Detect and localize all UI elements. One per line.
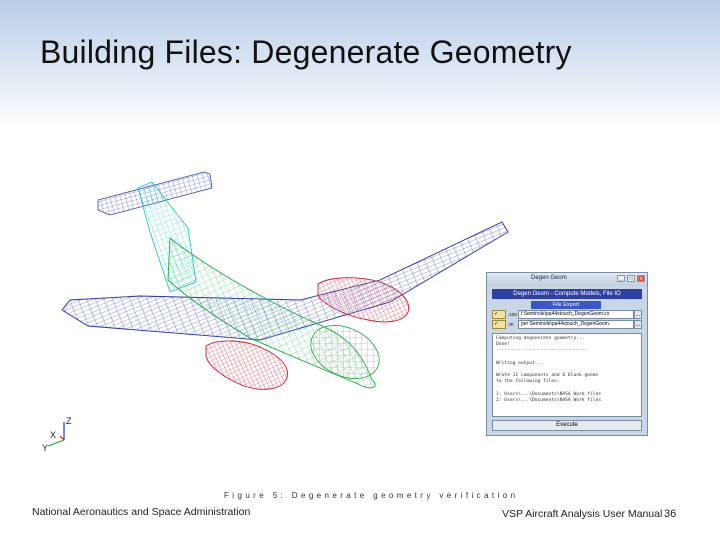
maximize-button[interactable]: □	[627, 275, 635, 282]
figure-caption: Figure 5: Degenerate geometry verificati…	[224, 491, 519, 500]
m-ext-label: .m	[508, 321, 514, 328]
m-export-row: ✓ .m per Seminole\pa44stouch_DegenGeom. …	[492, 320, 642, 329]
m-path-field[interactable]: per Seminole\pa44stouch_DegenGeom.	[518, 320, 634, 329]
close-button[interactable]: x	[637, 275, 645, 282]
file-export-section: File Export	[531, 301, 601, 309]
execute-button[interactable]: Execute	[492, 420, 642, 431]
csv-path-field[interactable]: f Seminole\pa44stouch_DegenGeom.cs	[518, 310, 634, 319]
m-checkbox[interactable]: ✓	[492, 320, 506, 329]
aircraft-wireframe-render: Z X Y	[42, 171, 509, 453]
csv-export-row: ✓ .csv f Seminole\pa44stouch_DegenGeom.c…	[492, 310, 642, 319]
csv-checkbox[interactable]: ✓	[492, 310, 506, 319]
footer-organization: National Aeronautics and Space Administr…	[32, 506, 251, 518]
axis-y-label: Y	[42, 443, 48, 453]
axis-z-label: Z	[66, 416, 72, 426]
dialog-titlebar[interactable]: Degen Geom _ □ x	[487, 273, 647, 286]
degen-geom-dialog: Degen Geom _ □ x Degen Geom - Compute Mo…	[486, 272, 648, 436]
m-browse-button[interactable]: ...	[634, 320, 642, 329]
dialog-window-title: Degen Geom	[531, 275, 567, 281]
log-line: 2: Users\...\Documents\NASA Work files	[496, 398, 602, 404]
axis-x-label: X	[50, 430, 56, 440]
dialog-header: Degen Geom - Compute Models, File IO	[492, 289, 642, 299]
csv-ext-label: .csv	[508, 311, 517, 318]
page-number: 36	[664, 508, 677, 520]
footer-manual-title: VSP Aircraft Analysis User Manual	[502, 508, 663, 520]
output-log: Computing degenerate geometry... Done! -…	[492, 333, 642, 417]
csv-browse-button[interactable]: ...	[634, 310, 642, 319]
minimize-button[interactable]: _	[617, 275, 625, 282]
